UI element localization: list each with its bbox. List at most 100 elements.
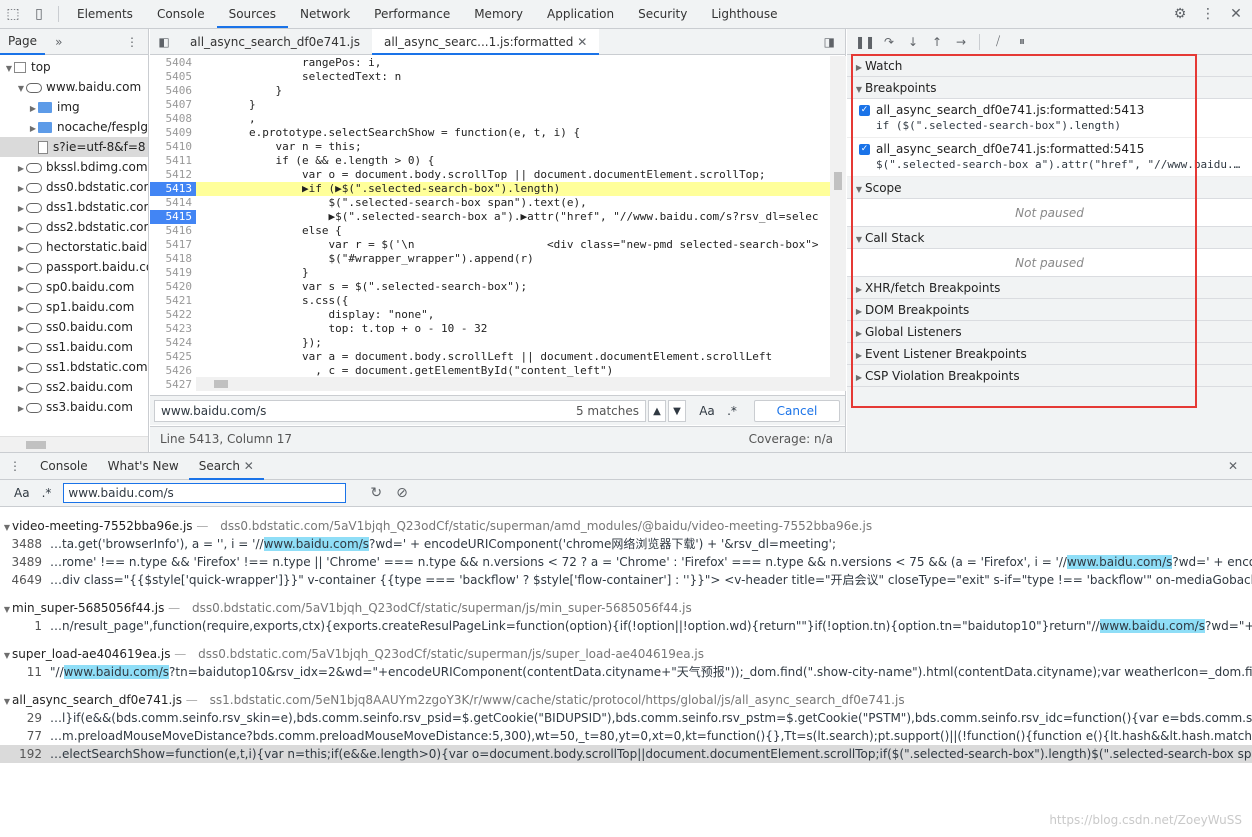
line-number[interactable]: 5418 xyxy=(150,252,196,266)
result-line[interactable]: 3488 …ta.get('browserInfo'), a = '', i = … xyxy=(0,535,1252,553)
regex-button[interactable]: .* xyxy=(722,400,742,422)
code-line[interactable]: 5406 } xyxy=(150,84,830,98)
section-breakpoints[interactable]: ▼ Breakpoints xyxy=(847,77,1252,99)
breakpoint-item[interactable]: ✓ all_async_search_df0e741.js:formatted:5… xyxy=(847,99,1252,138)
breakpoint-item[interactable]: ✓ all_async_search_df0e741.js:formatted:5… xyxy=(847,138,1252,177)
result-line[interactable]: 3489 …rome' !== n.type && 'Firefox' !== n… xyxy=(0,553,1252,571)
line-number[interactable]: 5423 xyxy=(150,322,196,336)
more-tabs-chevron-icon[interactable]: » xyxy=(55,35,62,49)
tree-item[interactable]: s?ie=utf-8&f=8 xyxy=(0,137,148,157)
result-line[interactable]: 192 …electSearchShow=function(e,t,i){var … xyxy=(0,745,1252,763)
deactivate-breakpoints-icon[interactable]: ⧸ xyxy=(986,31,1010,53)
coverage-status[interactable]: Coverage: n/a xyxy=(749,427,833,451)
code-line[interactable]: 5412 var o = document.body.scrollTop || … xyxy=(150,168,830,182)
toggle-navigator-icon[interactable]: ◧ xyxy=(150,35,178,49)
drawer-tab-search[interactable]: Search ✕ xyxy=(188,453,264,480)
section-csp-violation-breakpoints[interactable]: ▶ CSP Violation Breakpoints xyxy=(847,365,1252,387)
line-number[interactable]: 5419 xyxy=(150,266,196,280)
result-line[interactable]: 4649 …div class="{{$style['quick-wrapper'… xyxy=(0,571,1252,589)
search-match-case-button[interactable]: Aa xyxy=(14,486,30,500)
line-number[interactable]: 5406 xyxy=(150,84,196,98)
result-line[interactable]: 77 …m.preloadMouseMoveDistance?bds.comm.p… xyxy=(0,727,1252,745)
navigator-tab-page[interactable]: Page xyxy=(0,29,46,55)
tree-item[interactable]: ▶ hectorstatic.baidu xyxy=(0,237,148,257)
result-file-header[interactable]: ▼ all_async_search_df0e741.js — ss1.bdsta… xyxy=(0,691,1252,709)
line-number[interactable]: 5420 xyxy=(150,280,196,294)
code-line[interactable]: 5408 , xyxy=(150,112,830,126)
code-line[interactable]: 5418 $("#wrapper_wrapper").append(r) xyxy=(150,252,830,266)
tree-item[interactable]: ▼ www.baidu.com xyxy=(0,77,148,97)
find-input[interactable]: www.baidu.com/s 5 matches xyxy=(154,400,646,422)
line-number[interactable]: 5411 xyxy=(150,154,196,168)
line-number[interactable]: 5412 xyxy=(150,168,196,182)
device-toolbar-icon[interactable]: ▯ xyxy=(26,0,52,28)
tree-item[interactable]: ▶ ss0.baidu.com xyxy=(0,317,148,337)
line-number[interactable]: 5408 xyxy=(150,112,196,126)
match-case-button[interactable]: Aa xyxy=(695,400,719,422)
tree-item[interactable]: ▶ passport.baidu.co xyxy=(0,257,148,277)
tree-item[interactable]: ▼ top xyxy=(0,57,148,77)
code-line[interactable]: 5411 if (e && e.length > 0) { xyxy=(150,154,830,168)
code-line[interactable]: 5415 ▶$(".selected-search-box a").▶attr(… xyxy=(150,210,830,224)
panel-tab-lighthouse[interactable]: Lighthouse xyxy=(699,0,789,28)
code-line[interactable]: 5419 } xyxy=(150,266,830,280)
pause-on-exceptions-icon[interactable]: ⏸ xyxy=(1010,31,1034,53)
line-number[interactable]: 5409 xyxy=(150,126,196,140)
result-line[interactable]: 11 "//www.baidu.com/s?tn=baidutop10&rsv_i… xyxy=(0,663,1252,681)
tree-item[interactable]: ▶ dss0.bdstatic.com xyxy=(0,177,148,197)
settings-gear-icon[interactable]: ⚙ xyxy=(1166,0,1194,28)
drawer-tab-whats-new[interactable]: What's New xyxy=(98,453,189,480)
editor-vertical-scrollbar[interactable] xyxy=(830,56,846,391)
tree-item[interactable]: ▶ ss3.baidu.com xyxy=(0,397,148,417)
panel-tab-memory[interactable]: Memory xyxy=(462,0,535,28)
code-line[interactable]: 5405 selectedText: n xyxy=(150,70,830,84)
step-out-icon[interactable]: ↑ xyxy=(925,31,949,53)
editor-horizontal-scrollbar[interactable] xyxy=(196,377,830,391)
code-line[interactable]: 5404 rangePos: i, xyxy=(150,56,830,70)
code-line[interactable]: 5416 else { xyxy=(150,224,830,238)
panel-tab-application[interactable]: Application xyxy=(535,0,626,28)
editor-tab-source[interactable]: all_async_search_df0e741.js xyxy=(178,29,372,55)
breakpoint-checkbox[interactable]: ✓ xyxy=(859,104,870,116)
line-number[interactable]: 5405 xyxy=(150,70,196,84)
more-options-icon[interactable]: ⋮ xyxy=(1194,0,1222,28)
editor-tab-formatted[interactable]: all_async_searc...1.js:formatted ✕ xyxy=(371,28,600,55)
line-number[interactable]: 5416 xyxy=(150,224,196,238)
panel-tab-network[interactable]: Network xyxy=(288,0,362,28)
result-line[interactable]: 1 …n/result_page",function(require,export… xyxy=(0,617,1252,635)
panel-tab-elements[interactable]: Elements xyxy=(65,0,145,28)
tree-item[interactable]: ▶ img xyxy=(0,97,148,117)
find-cancel-button[interactable]: Cancel xyxy=(754,400,840,422)
result-file-header[interactable]: ▼ video-meeting-7552bba96e.js — dss0.bdst… xyxy=(0,517,1252,535)
section-xhr-breakpoints[interactable]: ▶ XHR/fetch Breakpoints xyxy=(847,277,1252,299)
step-over-icon[interactable]: ↷ xyxy=(877,31,901,53)
tree-item[interactable]: ▶ ss2.baidu.com xyxy=(0,377,148,397)
code-line[interactable]: 5409 e.prototype.selectSearchShow = func… xyxy=(150,126,830,140)
inspect-element-icon[interactable]: ⬚ xyxy=(0,0,26,28)
code-line[interactable]: 5426 , c = document.getElementById("cont… xyxy=(150,364,830,378)
drawer-tab-console[interactable]: Console xyxy=(30,453,98,480)
panel-tab-console[interactable]: Console xyxy=(145,0,217,28)
section-event-listener-breakpoints[interactable]: ▶ Event Listener Breakpoints xyxy=(847,343,1252,365)
code-line[interactable]: 5414 $(".selected-search-box span").text… xyxy=(150,196,830,210)
clear-icon[interactable]: ⊘ xyxy=(396,485,408,501)
navigator-menu-icon[interactable]: ⋮ xyxy=(126,35,138,49)
code-line[interactable]: 5425 var a = document.body.scrollLeft ||… xyxy=(150,350,830,364)
tree-item[interactable]: ▶ dss1.bdstatic.com xyxy=(0,197,148,217)
line-number[interactable]: 5421 xyxy=(150,294,196,308)
toggle-debugger-icon[interactable]: ◨ xyxy=(824,35,835,49)
code-line[interactable]: 5421 s.css({ xyxy=(150,294,830,308)
refresh-icon[interactable]: ↻ xyxy=(370,485,382,501)
tree-item[interactable]: ▶ ss1.baidu.com xyxy=(0,337,148,357)
navigator-horizontal-scrollbar[interactable] xyxy=(0,436,148,452)
tree-item[interactable]: ▶ dss2.bdstatic.com xyxy=(0,217,148,237)
code-line[interactable]: 5413 ▶if (▶$(".selected-search-box").len… xyxy=(150,182,830,196)
code-line[interactable]: 5410 var n = this; xyxy=(150,140,830,154)
line-number[interactable]: 5417 xyxy=(150,238,196,252)
drawer-menu-icon[interactable]: ⋮ xyxy=(0,459,30,473)
section-watch[interactable]: ▶ Watch xyxy=(847,55,1252,77)
tree-item[interactable]: ▶ nocache/fesplg xyxy=(0,117,148,137)
tree-item[interactable]: ▶ sp1.baidu.com xyxy=(0,297,148,317)
line-number[interactable]: 5404 xyxy=(150,56,196,70)
line-number[interactable]: 5422 xyxy=(150,308,196,322)
